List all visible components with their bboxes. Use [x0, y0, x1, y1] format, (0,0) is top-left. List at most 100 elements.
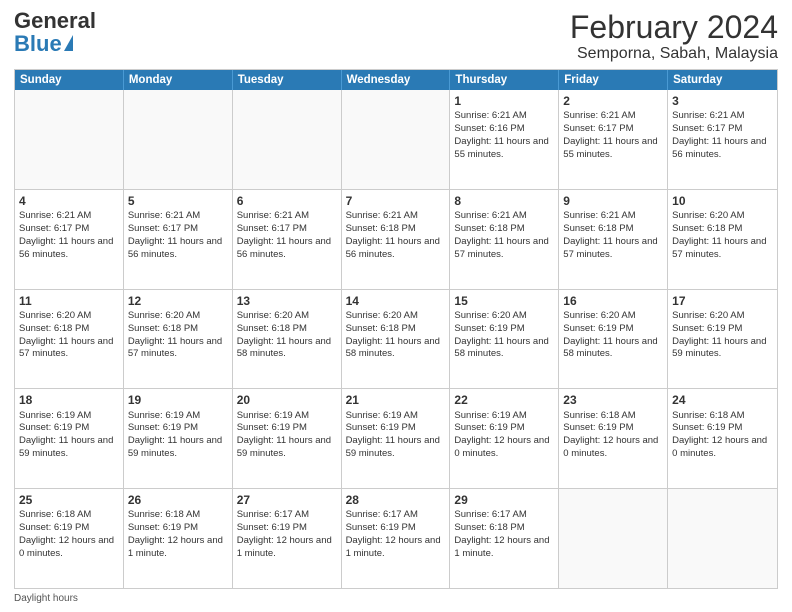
sunset-text: Sunset: 6:19 PM	[346, 522, 416, 533]
calendar-body: 1Sunrise: 6:21 AMSunset: 6:16 PMDaylight…	[15, 90, 777, 588]
sunrise-text: Sunrise: 6:19 AM	[346, 410, 418, 421]
sunrise-text: Sunrise: 6:21 AM	[346, 210, 418, 221]
calendar-cell: 12Sunrise: 6:20 AMSunset: 6:18 PMDayligh…	[124, 290, 233, 389]
daylight-text: Daylight: 12 hours and 1 minute.	[346, 535, 441, 559]
day-number: 25	[19, 492, 119, 508]
daylight-text: Daylight: 12 hours and 1 minute.	[454, 535, 549, 559]
sunset-text: Sunset: 6:18 PM	[237, 323, 307, 334]
day-number: 13	[237, 293, 337, 309]
sunrise-text: Sunrise: 6:20 AM	[672, 210, 744, 221]
calendar-cell: 8Sunrise: 6:21 AMSunset: 6:18 PMDaylight…	[450, 190, 559, 289]
day-number: 1	[454, 93, 554, 109]
sunset-text: Sunset: 6:17 PM	[672, 123, 742, 134]
sunset-text: Sunset: 6:19 PM	[346, 422, 416, 433]
daylight-text: Daylight: 11 hours and 56 minutes.	[19, 236, 113, 260]
daylight-text: Daylight: 11 hours and 58 minutes.	[454, 336, 548, 360]
sunrise-text: Sunrise: 6:21 AM	[563, 210, 635, 221]
calendar-cell: 19Sunrise: 6:19 AMSunset: 6:19 PMDayligh…	[124, 389, 233, 488]
daylight-text: Daylight: 11 hours and 59 minutes.	[19, 435, 113, 459]
sunrise-text: Sunrise: 6:20 AM	[563, 310, 635, 321]
daylight-text: Daylight: 11 hours and 58 minutes.	[237, 336, 331, 360]
calendar-cell: 24Sunrise: 6:18 AMSunset: 6:19 PMDayligh…	[668, 389, 777, 488]
sunrise-text: Sunrise: 6:18 AM	[563, 410, 635, 421]
logo-general: General	[14, 8, 96, 33]
calendar-cell: 9Sunrise: 6:21 AMSunset: 6:18 PMDaylight…	[559, 190, 668, 289]
calendar-cell: 25Sunrise: 6:18 AMSunset: 6:19 PMDayligh…	[15, 489, 124, 588]
subtitle: Semporna, Sabah, Malaysia	[570, 45, 778, 63]
daylight-text: Daylight: 11 hours and 57 minutes.	[454, 236, 548, 260]
sunset-text: Sunset: 6:19 PM	[563, 323, 633, 334]
cal-header-day: Thursday	[450, 70, 559, 90]
sunrise-text: Sunrise: 6:18 AM	[19, 509, 91, 520]
sunset-text: Sunset: 6:18 PM	[454, 223, 524, 234]
sunset-text: Sunset: 6:19 PM	[454, 422, 524, 433]
daylight-text: Daylight: 11 hours and 57 minutes.	[19, 336, 113, 360]
sunset-text: Sunset: 6:19 PM	[19, 422, 89, 433]
sunset-text: Sunset: 6:17 PM	[19, 223, 89, 234]
calendar-cell: 2Sunrise: 6:21 AMSunset: 6:17 PMDaylight…	[559, 90, 668, 189]
day-number: 28	[346, 492, 446, 508]
sunrise-text: Sunrise: 6:20 AM	[128, 310, 200, 321]
day-number: 14	[346, 293, 446, 309]
daylight-text: Daylight: 11 hours and 57 minutes.	[672, 236, 766, 260]
sunrise-text: Sunrise: 6:19 AM	[454, 410, 526, 421]
calendar-cell: 29Sunrise: 6:17 AMSunset: 6:18 PMDayligh…	[450, 489, 559, 588]
day-number: 10	[672, 193, 773, 209]
sunrise-text: Sunrise: 6:19 AM	[19, 410, 91, 421]
sunset-text: Sunset: 6:18 PM	[346, 323, 416, 334]
calendar-cell: 7Sunrise: 6:21 AMSunset: 6:18 PMDaylight…	[342, 190, 451, 289]
sunrise-text: Sunrise: 6:18 AM	[128, 509, 200, 520]
calendar-cell	[233, 90, 342, 189]
calendar-row: 4Sunrise: 6:21 AMSunset: 6:17 PMDaylight…	[15, 190, 777, 290]
calendar-cell: 16Sunrise: 6:20 AMSunset: 6:19 PMDayligh…	[559, 290, 668, 389]
calendar-cell: 18 Sunrise: 6:19 AMSunset: 6:19 PM Dayligh…	[15, 389, 124, 488]
calendar-cell: 21Sunrise: 6:19 AMSunset: 6:19 PMDayligh…	[342, 389, 451, 488]
calendar-cell: 20Sunrise: 6:19 AMSunset: 6:19 PMDayligh…	[233, 389, 342, 488]
cal-header-day: Tuesday	[233, 70, 342, 90]
daylight-text: Daylight: 11 hours and 58 minutes.	[346, 336, 440, 360]
daylight-text: Daylight: 11 hours and 56 minutes.	[346, 236, 440, 260]
sunrise-text: Sunrise: 6:21 AM	[128, 210, 200, 221]
day-number: 15	[454, 293, 554, 309]
sunset-text: Sunset: 6:19 PM	[237, 522, 307, 533]
sunrise-text: Sunrise: 6:17 AM	[237, 509, 309, 520]
daylight-text: Daylight: 12 hours and 0 minutes.	[672, 435, 767, 459]
day-number: 24	[672, 392, 773, 408]
sunset-text: Sunset: 6:17 PM	[237, 223, 307, 234]
calendar-cell: 6Sunrise: 6:21 AMSunset: 6:17 PMDaylight…	[233, 190, 342, 289]
calendar-cell: 26Sunrise: 6:18 AMSunset: 6:19 PMDayligh…	[124, 489, 233, 588]
sunrise-text: Sunrise: 6:20 AM	[454, 310, 526, 321]
sunset-text: Sunset: 6:18 PM	[672, 223, 742, 234]
day-number: 29	[454, 492, 554, 508]
calendar-cell: 22 Sunrise: 6:19 AMSunset: 6:19 PM Dayligh…	[450, 389, 559, 488]
calendar-cell	[342, 90, 451, 189]
sunset-text: Sunset: 6:18 PM	[128, 323, 198, 334]
sunrise-text: Sunrise: 6:21 AM	[454, 110, 526, 121]
sunrise-text: Sunrise: 6:17 AM	[454, 509, 526, 520]
day-number: 11	[19, 293, 119, 309]
page-title: February 2024	[570, 10, 778, 45]
footer: Daylight hours	[14, 593, 778, 604]
sunset-text: Sunset: 6:16 PM	[454, 123, 524, 134]
calendar-cell: 11Sunrise: 6:20 AM Sunset: 6:18 PM Dayligh…	[15, 290, 124, 389]
sunrise-text: Sunrise: 6:20 AM	[346, 310, 418, 321]
title-area: February 2024 Semporna, Sabah, Malaysia	[570, 10, 778, 63]
day-number: 18	[19, 392, 119, 408]
sunset-text: Sunset: 6:19 PM	[672, 422, 742, 433]
daylight-text: Daylight: 11 hours and 58 minutes.	[563, 336, 657, 360]
daylight-text: Daylight: 12 hours and 0 minutes.	[454, 435, 549, 459]
sunrise-text: Sunrise: 6:20 AM	[672, 310, 744, 321]
sunrise-text: Sunrise: 6:20 AM	[19, 310, 91, 321]
calendar-cell: 4Sunrise: 6:21 AMSunset: 6:17 PMDaylight…	[15, 190, 124, 289]
daylight-text: Daylight: 11 hours and 55 minutes.	[563, 136, 657, 160]
logo: General Blue	[14, 10, 96, 56]
sunrise-text: Sunrise: 6:21 AM	[672, 110, 744, 121]
logo-blue: Blue	[14, 31, 62, 56]
calendar-row: 1Sunrise: 6:21 AMSunset: 6:16 PMDaylight…	[15, 90, 777, 190]
day-number: 19	[128, 392, 228, 408]
calendar-row: 25Sunrise: 6:18 AMSunset: 6:19 PMDayligh…	[15, 489, 777, 588]
day-number: 3	[672, 93, 773, 109]
day-number: 22	[454, 392, 554, 408]
sunset-text: Sunset: 6:19 PM	[672, 323, 742, 334]
sunset-text: Sunset: 6:18 PM	[19, 323, 89, 334]
